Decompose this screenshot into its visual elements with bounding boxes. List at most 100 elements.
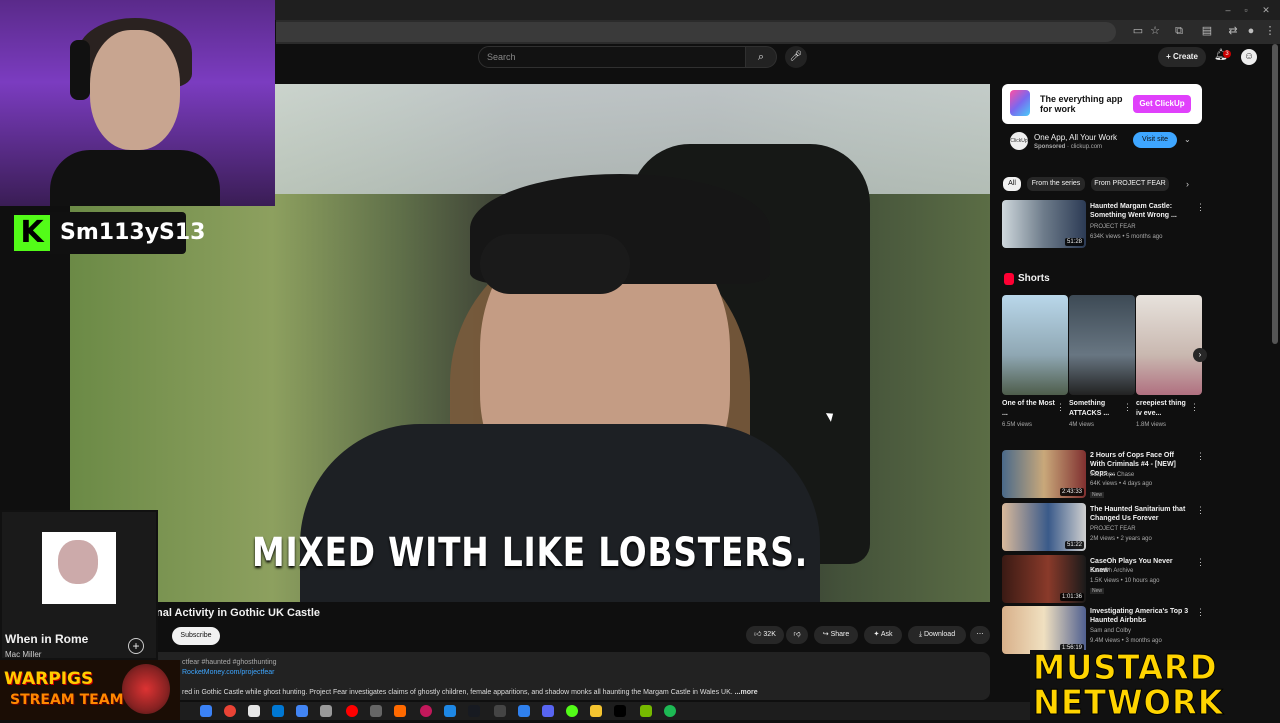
rec-thumbnail[interactable]: 51:28 (1002, 200, 1086, 248)
now-playing-song: When in Rome (5, 632, 89, 646)
notification-count-badge: 3 (1223, 50, 1231, 58)
obs-icon[interactable] (420, 705, 432, 717)
download-button[interactable]: ⤓ Download (908, 626, 966, 644)
short-thumbnail[interactable] (1002, 295, 1068, 395)
extensions-icon[interactable]: ⧉ (1172, 24, 1186, 38)
taskbar-app-icon[interactable] (444, 705, 456, 717)
rec-channel[interactable]: PROJECT FEAR (1090, 224, 1136, 230)
chip-all[interactable]: All (1003, 177, 1021, 191)
voice-search-button[interactable]: 🎤︎ (785, 46, 807, 68)
steam-icon[interactable] (468, 705, 480, 717)
dislike-button[interactable]: 👎︎ (786, 626, 808, 644)
rec-channel[interactable]: CaseOh Archive (1090, 568, 1133, 574)
rec-thumbnail[interactable]: 1:01:36 (1002, 555, 1086, 603)
discord-icon[interactable] (542, 705, 554, 717)
video-frame-sunglasses (480, 234, 630, 294)
taskbar-app-icon[interactable] (272, 705, 284, 717)
taskbar-app-icon[interactable] (394, 705, 406, 717)
close-icon[interactable]: ✕ (1260, 4, 1272, 16)
new-badge: New (1090, 492, 1105, 498)
account-avatar[interactable]: ☺ (1241, 49, 1257, 65)
nvidia-icon[interactable] (640, 705, 652, 717)
share-button[interactable]: ↪ Share (814, 626, 858, 644)
like-count: 32K (763, 631, 776, 638)
taskbar-app-icon[interactable] (320, 705, 332, 717)
chip-from-project-fear[interactable]: From PROJECT FEAR (1091, 177, 1169, 191)
rec-title[interactable]: Investigating America's Top 3 Haunted Ai… (1090, 607, 1190, 625)
youtube-icon[interactable] (346, 705, 358, 717)
chevron-right-icon[interactable]: › (1186, 179, 1189, 189)
tiktok-icon[interactable] (614, 705, 626, 717)
warpigs-subtitle: STREAM TEAM (10, 692, 124, 708)
taskbar-app-icon[interactable] (370, 705, 382, 717)
rec-title[interactable]: Haunted Margam Castle: Something Went Wr… (1090, 202, 1190, 220)
more-vert-icon[interactable]: ⋮ (1196, 505, 1205, 516)
more-vert-icon[interactable]: ⋮ (1196, 557, 1205, 568)
more-vert-icon[interactable]: ⋮ (1196, 451, 1205, 462)
search-button[interactable]: ⌕ (745, 46, 777, 68)
download-label: Download (923, 631, 956, 638)
cast-icon[interactable]: ▭ (1131, 24, 1145, 38)
more-vert-icon[interactable]: ⋮ (1196, 607, 1205, 618)
chrome-icon[interactable] (224, 705, 236, 717)
chip-from-series[interactable]: From the series (1027, 177, 1085, 191)
short-thumbnail[interactable] (1069, 295, 1135, 395)
short-title[interactable]: One of the Most ... (1002, 399, 1056, 419)
short-title[interactable]: Something ATTACKS ... (1069, 399, 1123, 419)
bookmark-star-icon[interactable]: ☆ (1148, 24, 1162, 38)
description-sponsor-link[interactable]: RocketMoney.com/projectfear (182, 669, 274, 676)
spotify-icon[interactable] (664, 705, 676, 717)
rec-meta: 2M views • 2 years ago (1090, 536, 1152, 542)
taskbar-app-icon[interactable] (494, 705, 506, 717)
ad-headline: The everything app for work (1040, 94, 1123, 114)
search-input[interactable]: Search (478, 46, 746, 68)
like-button[interactable]: 👍︎ 32K (746, 626, 784, 644)
taskbar-app-icon[interactable] (590, 705, 602, 717)
description-text: red in Gothic Castle while ghost hunting… (182, 689, 758, 696)
taskbar-app-icon[interactable] (200, 705, 212, 717)
restore-icon[interactable]: ▫ (1240, 4, 1252, 16)
rec-thumbnail[interactable]: 1:56:19 (1002, 606, 1086, 654)
ad-channel-icon: ClickUp (1010, 132, 1028, 150)
rec-channel[interactable]: Sam and Colby (1090, 628, 1131, 634)
more-vert-icon[interactable]: ⋮ (1190, 402, 1199, 413)
minimize-icon[interactable]: – (1222, 4, 1234, 16)
description-more-link[interactable]: ...more (735, 689, 758, 696)
ad-cta-button[interactable]: Get ClickUp (1133, 95, 1191, 113)
taskbar-app-icon[interactable] (566, 705, 578, 717)
ad-visit-site-button[interactable]: Visit site (1133, 132, 1177, 148)
headphones-icon (70, 40, 90, 100)
chevron-down-icon[interactable]: ⌄ (1184, 135, 1191, 144)
warpigs-title: WARPIGS (4, 669, 94, 689)
kick-logo-icon: K (14, 215, 50, 251)
rec-thumbnail[interactable]: 51:22 (1002, 503, 1086, 551)
rec-channel[interactable]: 911 Cops Chase (1090, 472, 1134, 478)
now-playing-artist: Mac Miller (5, 650, 42, 659)
rec-channel[interactable]: PROJECT FEAR (1090, 526, 1136, 532)
profile-avatar-icon[interactable]: ● (1244, 24, 1258, 38)
description-hashtags[interactable]: ctfear #haunted #ghosthunting (182, 659, 277, 666)
tab-search-icon[interactable]: ▤ (1200, 24, 1214, 38)
short-title[interactable]: creepiest thing iv eve... (1136, 399, 1190, 419)
ask-button[interactable]: ✦ Ask (864, 626, 902, 644)
search-icon: ⌕ (757, 51, 765, 63)
subscribe-button[interactable]: Subscribe (172, 627, 220, 645)
rec-title[interactable]: The Haunted Sanitarium that Changed Us F… (1090, 505, 1190, 523)
profile-menu-icon[interactable]: ⇄ (1226, 24, 1240, 38)
create-button[interactable]: + Create (1158, 47, 1206, 67)
more-vert-icon[interactable]: ⋮ (1056, 402, 1065, 413)
taskbar-app-icon[interactable] (296, 705, 308, 717)
browser-menu-icon[interactable]: ⋮ (1263, 24, 1277, 38)
address-bar[interactable] (276, 22, 1116, 42)
taskbar-app-icon[interactable] (248, 705, 260, 717)
page-scrollbar[interactable] (1272, 44, 1278, 344)
ad-sponsored-line: Sponsored · clickup.com (1034, 144, 1103, 150)
more-actions-button[interactable]: ⋯ (970, 626, 990, 644)
rec-thumbnail[interactable]: 2:43:33 (1002, 450, 1086, 498)
chevron-right-icon[interactable]: › (1193, 348, 1207, 362)
short-thumbnail[interactable] (1136, 295, 1202, 395)
taskbar-app-icon[interactable] (518, 705, 530, 717)
more-vert-icon[interactable]: ⋮ (1196, 202, 1205, 213)
short-views: 1.8M views (1136, 422, 1167, 428)
more-vert-icon[interactable]: ⋮ (1123, 402, 1132, 413)
